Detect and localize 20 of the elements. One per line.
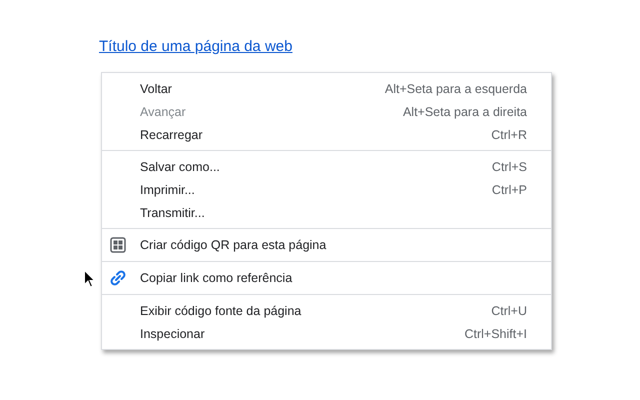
menu-item[interactable]: Exibir código fonte da página <box>140 304 302 318</box>
menu-item[interactable]: Copiar link como referência <box>140 271 292 285</box>
shortcut-text: Ctrl+P <box>492 182 527 196</box>
menu-item[interactable]: Voltar <box>140 82 172 96</box>
shortcut-text: Ctrl+U <box>491 304 527 318</box>
link-icon <box>110 270 126 286</box>
shortcut-text: Ctrl+S <box>492 160 527 174</box>
grid-icon <box>110 237 126 253</box>
menu-item[interactable]: Transmitir... <box>140 206 205 220</box>
menu-item[interactable]: Inspecionar <box>140 326 205 340</box>
shortcut-text: Ctrl+R <box>491 128 527 142</box>
shortcut-text: Alt+Seta para a direita <box>402 104 527 118</box>
menu-item[interactable]: Recarregar <box>140 128 203 142</box>
menu-item[interactable]: Imprimir... <box>140 182 195 196</box>
shortcut-text: Alt+Seta para a esquerda <box>384 82 527 96</box>
shortcut-text: Ctrl+Shift+I <box>464 326 527 340</box>
pointer-icon <box>84 270 95 288</box>
menu-item[interactable]: Salvar como... <box>140 160 220 174</box>
page-title-link[interactable]: Título de uma página da web <box>99 38 292 56</box>
menu-item[interactable]: Criar código QR para esta página <box>140 238 326 252</box>
